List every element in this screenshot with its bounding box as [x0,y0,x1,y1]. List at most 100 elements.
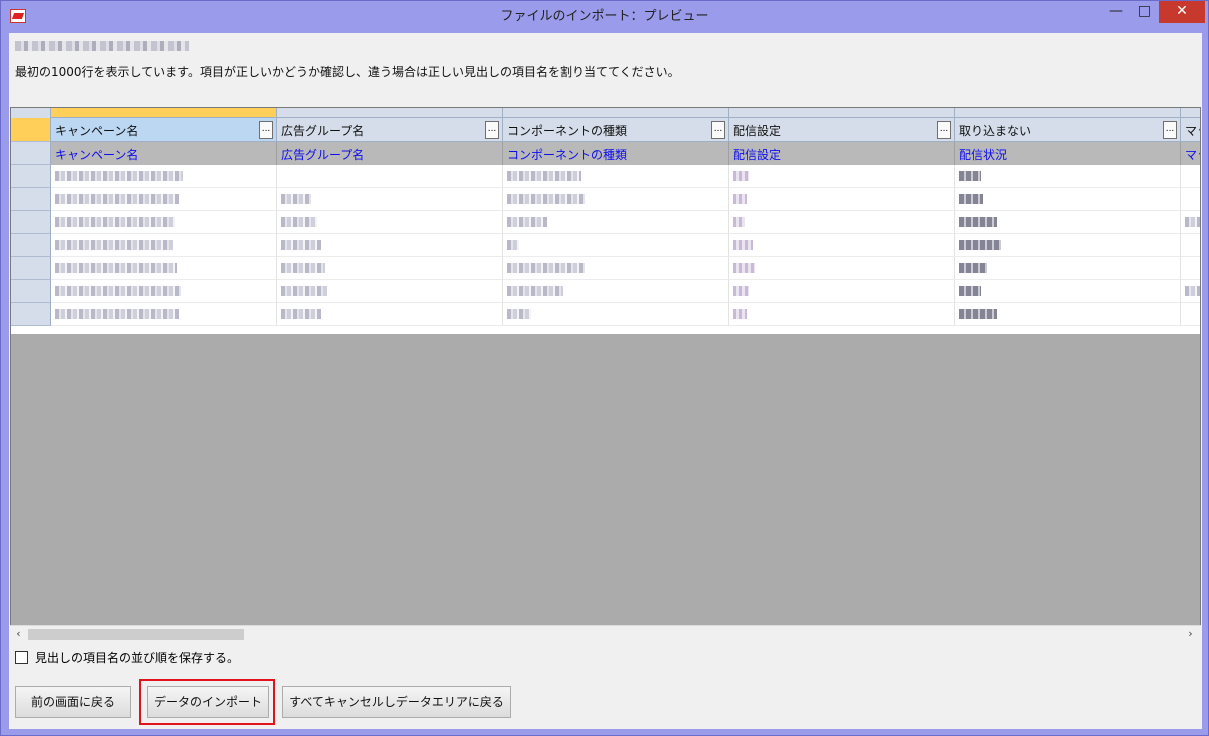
row-header[interactable] [11,303,51,326]
table-cell[interactable] [503,188,729,211]
redacted-value [507,240,519,250]
table-cell[interactable] [955,280,1181,303]
maximize-button[interactable]: □ [1131,1,1158,23]
table-cell[interactable] [955,234,1181,257]
column-header-1[interactable]: 広告グループ名 ... [277,118,503,142]
row-header[interactable] [11,257,51,280]
grid-rows-area: キャンペーン名 ... 広告グループ名 ... コンポーネントの種類 ... 配… [11,108,1200,334]
redacted-value [959,217,997,227]
source-header-label: コンポーネントの種類 [507,148,628,162]
table-cell[interactable] [1181,211,1200,234]
row-header[interactable] [11,142,51,165]
table-cell[interactable] [955,188,1181,211]
redacted-value [281,309,321,319]
column-header-3[interactable]: 配信設定 ... [729,118,955,142]
preview-grid[interactable]: キャンペーン名 ... 広告グループ名 ... コンポーネントの種類 ... 配… [10,107,1201,637]
cancel-all-button[interactable]: すべてキャンセルしデータエリアに戻る [282,686,511,718]
table-cell[interactable] [277,188,503,211]
column-select-button[interactable]: ... [259,121,273,139]
table-cell[interactable] [1181,165,1200,188]
import-data-button[interactable]: データのインポート [147,686,269,718]
table-cell[interactable] [277,211,503,234]
scroll-left-arrow-icon[interactable]: ‹ [10,626,27,643]
column-header-2[interactable]: コンポーネントの種類 ... [503,118,729,142]
table-cell[interactable] [729,234,955,257]
table-cell[interactable] [729,303,955,326]
column-header-4[interactable]: 取り込まない ... [955,118,1181,142]
redacted-value [55,309,179,319]
redacted-value [733,286,749,296]
table-cell[interactable] [1181,303,1200,326]
row-header[interactable] [11,280,51,303]
source-header-cell[interactable]: キャンペーン名 [51,142,277,165]
table-cell[interactable] [277,165,503,188]
table-cell[interactable] [51,303,277,326]
table-cell[interactable] [955,303,1181,326]
table-cell[interactable] [503,165,729,188]
table-cell[interactable] [51,211,277,234]
row-header[interactable] [11,211,51,234]
table-cell[interactable] [277,303,503,326]
table-cell[interactable] [729,188,955,211]
row-header[interactable] [11,234,51,257]
table-cell[interactable] [277,280,503,303]
table-cell[interactable] [51,188,277,211]
column-header-label: 広告グループ名 [281,124,365,138]
column-select-button[interactable]: ... [1163,121,1177,139]
table-cell[interactable] [277,257,503,280]
table-cell[interactable] [51,234,277,257]
horizontal-scrollbar[interactable]: ‹ › [10,625,1201,642]
table-cell[interactable] [503,234,729,257]
redacted-value [281,240,321,250]
close-button[interactable]: ✕ [1159,1,1205,23]
table-cell[interactable] [503,280,729,303]
row-header-active[interactable] [11,118,51,142]
redacted-value [507,171,581,181]
scroll-thumb[interactable] [28,629,244,640]
table-cell[interactable] [1181,188,1200,211]
column-select-button[interactable]: ... [485,121,499,139]
redacted-value [281,194,311,204]
table-cell[interactable] [729,165,955,188]
table-cell[interactable] [503,211,729,234]
column-strip [51,108,277,118]
source-header-cell[interactable]: 配信設定 [729,142,955,165]
row-header[interactable] [11,188,51,211]
back-button[interactable]: 前の画面に戻る [15,686,131,718]
column-header-0[interactable]: キャンペーン名 ... [51,118,277,142]
source-header-cell[interactable]: コンポーネントの種類 [503,142,729,165]
import-preview-window: ファイルのインポート：プレビュー — □ ✕ 最初の1000行を表示しています。… [0,0,1209,736]
save-order-checkbox[interactable] [15,651,28,664]
redacted-value [733,217,745,227]
table-cell[interactable] [1181,234,1200,257]
row-header[interactable] [11,165,51,188]
table-cell[interactable] [277,234,503,257]
title-bar[interactable]: ファイルのインポート：プレビュー — □ ✕ [1,1,1208,33]
table-cell[interactable] [1181,257,1200,280]
table-cell[interactable] [955,165,1181,188]
source-header-cell[interactable]: マッ [1181,142,1200,165]
column-header-5[interactable]: マッ [1181,118,1200,142]
table-cell[interactable] [51,165,277,188]
table-cell[interactable] [955,211,1181,234]
table-cell[interactable] [729,211,955,234]
table-cell[interactable] [503,303,729,326]
table-cell[interactable] [729,257,955,280]
table-cell[interactable] [729,280,955,303]
file-path-redacted [15,41,189,51]
table-cell[interactable] [503,257,729,280]
minimize-button[interactable]: — [1101,1,1131,23]
source-header-cell[interactable]: 配信状況 [955,142,1181,165]
redacted-value [1185,286,1200,296]
table-cell[interactable] [51,257,277,280]
source-header-cell[interactable]: 広告グループ名 [277,142,503,165]
column-select-button[interactable]: ... [711,121,725,139]
scroll-right-arrow-icon[interactable]: › [1182,626,1199,643]
redacted-value [959,309,997,319]
column-select-button[interactable]: ... [937,121,951,139]
table-cell[interactable] [1181,280,1200,303]
table-cell[interactable] [51,280,277,303]
table-cell[interactable] [955,257,1181,280]
source-header-label: 配信状況 [959,148,1008,162]
column-header-label: キャンペーン名 [55,124,139,138]
